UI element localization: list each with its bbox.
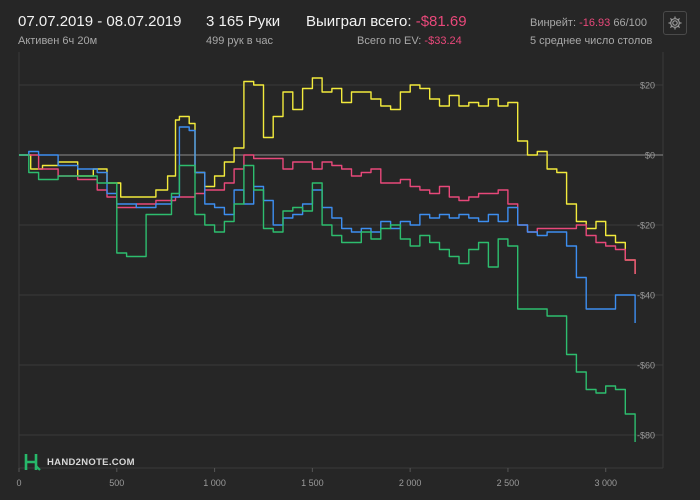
x-tick-label: 1 500 [301,478,324,488]
winrate: Винрейт: -16.93 66/100 [530,17,647,29]
bankroll-chart: $20 $0 -$20 -$40 -$60 -$80 0 500 1 000 1 500 2 000… [16,52,664,488]
series-line-4 [19,154,636,442]
date-range: 07.07.2019 - 08.07.2019 [18,13,182,30]
x-tick-label: 2 500 [497,478,520,488]
x-tick-label: 2 000 [399,478,422,488]
y-tick-label: -$60 [637,361,655,371]
stats-header: 07.07.2019 - 08.07.2019 Активен 6ч 20м 3… [0,0,700,52]
y-tick-label: -$40 [637,291,655,301]
settings-button[interactable] [663,11,687,35]
y-tick-label: -$20 [637,221,655,231]
winrate-extra: 66/100 [613,17,648,29]
y-tick-label: $0 [645,151,655,161]
ev-label: Всего по EV: [357,35,422,47]
x-tick-label: 3 000 [594,478,617,488]
ev-total: Всего по EV: -$33.24 [357,35,462,47]
winrate-label: Винрейт: [530,17,577,29]
x-tick-label: 500 [109,478,124,488]
hands-per-hour: 499 рук в час [206,35,274,47]
hands-count: 3 165 Руки [206,13,281,30]
h2n-logo: HAND2NOTE.COM [24,451,135,473]
series-line-1 [19,77,636,274]
logo-text: HAND2NOTE.COM [47,456,135,468]
won-total: Выиграл всего: -$81.69 [306,13,467,30]
h2n-logo-icon [24,454,41,471]
x-tick-label: 1 000 [203,478,226,488]
x-tick-label: 0 [16,478,21,488]
won-value: -$81.69 [415,13,467,30]
ev-value: -$33.24 [424,35,462,47]
y-tick-label: $20 [640,81,655,91]
series-line-2 [19,154,636,274]
tables-average: 5 среднее число столов [530,35,653,47]
winrate-value: -16.93 [579,17,611,29]
active-time: Активен 6ч 20м [18,35,98,47]
won-label: Выиграл всего: [306,13,412,30]
gear-icon [668,16,682,30]
y-tick-label: -$80 [637,431,655,441]
